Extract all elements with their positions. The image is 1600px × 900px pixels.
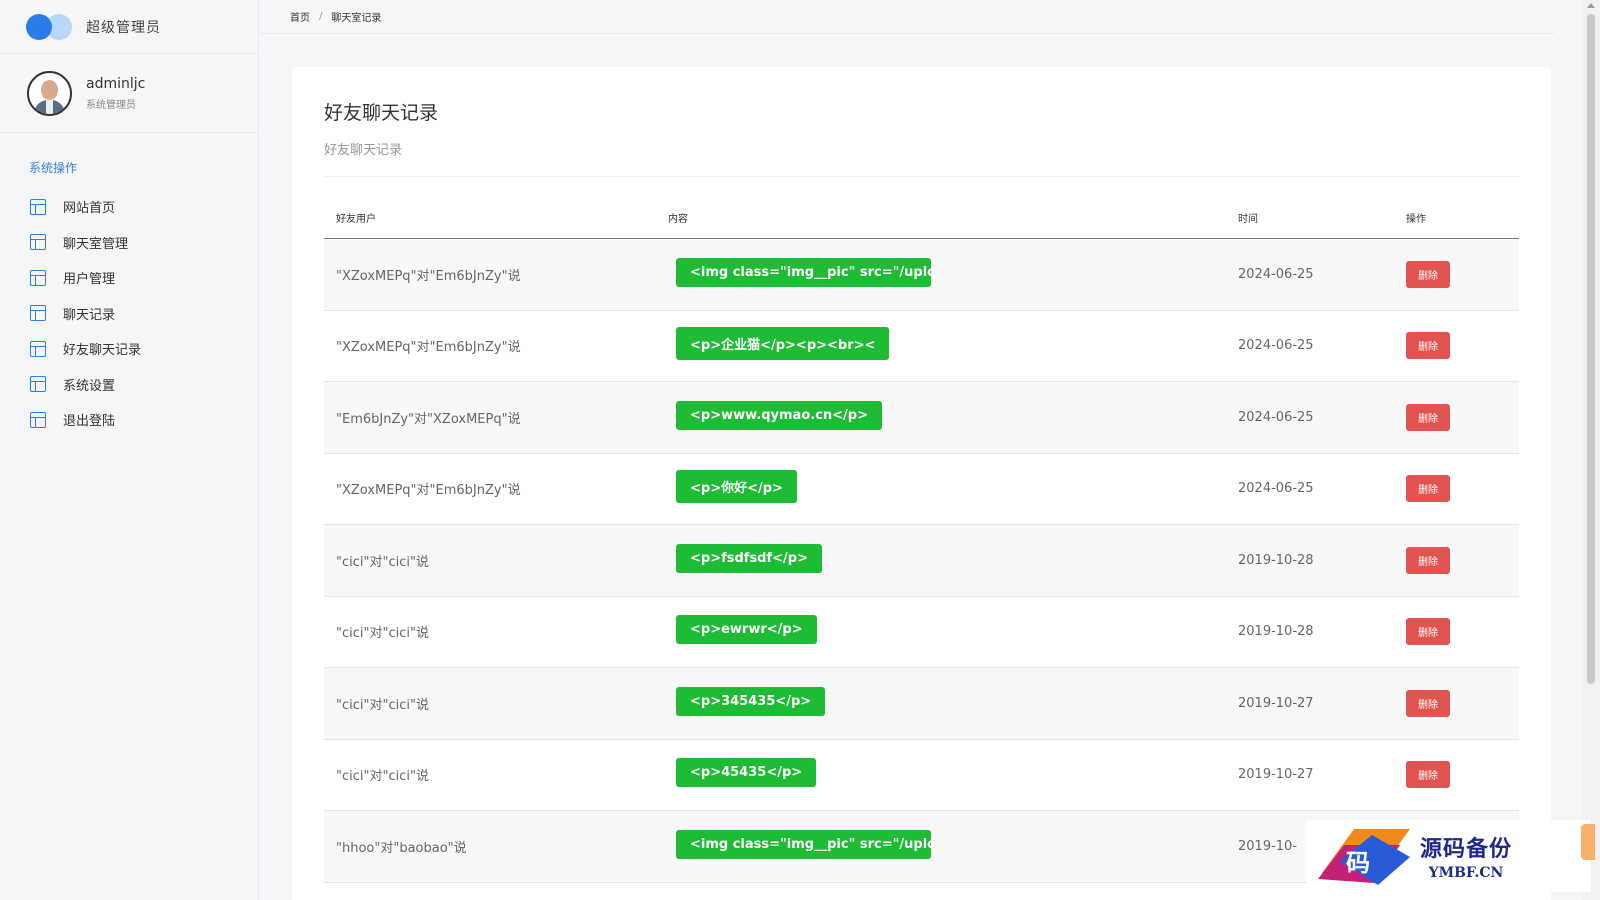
sidebar-item-chat-records[interactable]: 聊天记录 [0,296,258,332]
layout-icon [30,198,46,215]
table-row: "cici"对"cici"说 <p>345435</p> 2019-10-27 … [324,668,1519,740]
column-header-user: 好友用户 [336,214,376,225]
sidebar-item-label: 聊天记录 [63,307,116,323]
layout-icon [30,234,46,251]
sidebar-toggle-icon[interactable] [26,13,74,41]
watermark-en-text: YMBF.CN [1428,865,1504,881]
content-tag: <img class="img__pic" src="/uplo [676,829,931,859]
table-header: 好友用户 内容 时间 操作 [324,197,1519,239]
sidebar-item-label: 系统设置 [63,378,116,394]
table-row: "cici"对"cici"说 <p>ewrwr</p> 2019-10-28 删… [324,597,1519,668]
sidebar-item-label: 退出登陆 [63,414,116,430]
cell-user: "cici"对"cici"说 [336,626,429,642]
avatar[interactable] [27,70,72,116]
cell-time: 2019-10-28 [1238,552,1314,568]
content-tag: <p>345435</p> [676,686,826,716]
cell-time: 2024-06-25 [1238,481,1314,497]
cell-time: 2019-10-27 [1238,767,1314,783]
layout-icon [30,269,46,286]
svg-text:码: 码 [1346,848,1370,877]
table-body: "XZoxMEPq"对"Em6bJnZy"说 <img class="img__… [324,239,1519,883]
column-header-time: 时间 [1238,214,1258,225]
nav-heading: 系统操作 [29,161,78,175]
scrollbar-thumb[interactable] [1587,14,1595,684]
cell-user: "Em6bJnZy"对"XZoxMEPq"说 [336,411,521,427]
user-profile[interactable]: adminljc 系统管理员 [0,54,258,133]
content-tag: <p>ewrwr</p> [676,615,817,645]
content-tag: <p>企业猫</p><p><br>< [676,327,890,361]
cell-time: 2019-10-28 [1238,624,1314,640]
table-row: "cici"对"cici"说 <p>45435</p> 2019-10-27 删… [324,740,1519,811]
delete-button[interactable]: 删除 [1406,689,1450,717]
content-card: 好友聊天记录 好友聊天记录 好友用户 内容 时间 操作 "XZoxMEPq"对"… [292,67,1551,900]
delete-button[interactable]: 删除 [1406,260,1450,288]
cell-user: "XZoxMEPq"对"Em6bJnZy"说 [336,483,521,499]
cell-user: "cici"对"cici"说 [336,697,429,713]
content-tag: <p>fsdfsdf</p> [676,543,822,573]
content-tag: <p>45435</p> [676,758,817,788]
layout-icon [30,305,46,322]
watermark-logo: 码 源码备份 YMBF.CN [1306,820,1591,892]
delete-button[interactable]: 删除 [1406,761,1450,789]
cell-time: 2024-06-25 [1238,266,1314,282]
sidebar-item-user-management[interactable]: 用户管理 [0,260,258,296]
page-subtitle: 好友聊天记录 [324,143,403,158]
brand-title: 超级管理员 [86,19,161,36]
layout-icon [30,340,46,357]
breadcrumb-home-link[interactable]: 首页 [290,9,310,24]
content-tag: <p>你好</p> [676,470,797,504]
table-row: "cici"对"cici"说 <p>fsdfsdf</p> 2019-10-28… [324,525,1519,597]
watermark-emblem-icon: 码 [1318,829,1410,885]
sidebar-item-system-settings[interactable]: 系统设置 [0,367,258,403]
delete-button[interactable]: 删除 [1406,546,1450,574]
profile-name: adminljc [86,75,146,92]
cell-user: "XZoxMEPq"对"Em6bJnZy"说 [336,268,521,284]
cell-time: 2019-10-27 [1238,695,1314,711]
breadcrumb-current: 聊天室记录 [331,13,382,24]
sidebar-item-label: 好友聊天记录 [63,343,142,359]
floating-side-tab[interactable] [1581,824,1595,860]
card-divider [324,176,1519,177]
column-header-content: 内容 [668,214,688,225]
breadcrumb-separator: / [319,11,323,22]
cell-time: 2024-06-25 [1238,338,1314,354]
layout-icon [30,376,46,393]
chat-records-table: 好友用户 内容 时间 操作 "XZoxMEPq"对"Em6bJnZy"说 <im… [324,197,1519,883]
cell-user: "cici"对"cici"说 [336,554,429,570]
watermark-cn-text: 源码备份 [1420,836,1513,862]
table-row: "Em6bJnZy"对"XZoxMEPq"说 <p>www.qymao.cn</… [324,382,1519,454]
cell-time: 2024-06-25 [1238,409,1314,425]
scroll-up-arrow-icon[interactable] [1587,3,1595,8]
sidebar-item-chatroom-management[interactable]: 聊天室管理 [0,225,258,261]
delete-button[interactable]: 删除 [1406,618,1450,646]
layout-icon [30,411,46,428]
cell-user: "cici"对"cici"说 [336,769,429,785]
cell-user: "hhoo"对"baobao"说 [336,840,467,856]
brand-bar: 超级管理员 [0,0,258,54]
column-header-action: 操作 [1406,214,1426,225]
table-row: "XZoxMEPq"对"Em6bJnZy"说 <img class="img__… [324,239,1519,311]
page-scrollbar[interactable] [1582,0,1600,900]
delete-button[interactable]: 删除 [1406,332,1450,360]
sidebar-item-label: 用户管理 [63,272,116,288]
cell-user: "XZoxMEPq"对"Em6bJnZy"说 [336,340,521,356]
sidebar-item-home[interactable]: 网站首页 [0,189,258,225]
sidebar-item-label: 聊天室管理 [63,236,129,252]
breadcrumb: 首页 / 聊天室记录 [260,0,1555,34]
sidebar-item-friend-chat-records[interactable]: 好友聊天记录 [0,331,258,367]
sidebar: 超级管理员 adminljc 系统管理员 系统操作 网站首页 聊天室管理 用户管… [0,0,259,900]
sidebar-item-label: 网站首页 [63,201,116,217]
delete-button[interactable]: 删除 [1406,475,1450,503]
table-row: "XZoxMEPq"对"Em6bJnZy"说 <p>企业猫</p><p><br>… [324,311,1519,382]
table-row: "XZoxMEPq"对"Em6bJnZy"说 <p>你好</p> 2024-06… [324,454,1519,525]
page-title: 好友聊天记录 [324,102,439,124]
content-tag: <img class="img__pic" src="/uplo [676,257,931,287]
content-tag: <p>www.qymao.cn</p> [676,400,882,430]
profile-role: 系统管理员 [86,99,136,111]
sidebar-item-logout[interactable]: 退出登陆 [0,402,258,438]
delete-button[interactable]: 删除 [1406,403,1450,431]
